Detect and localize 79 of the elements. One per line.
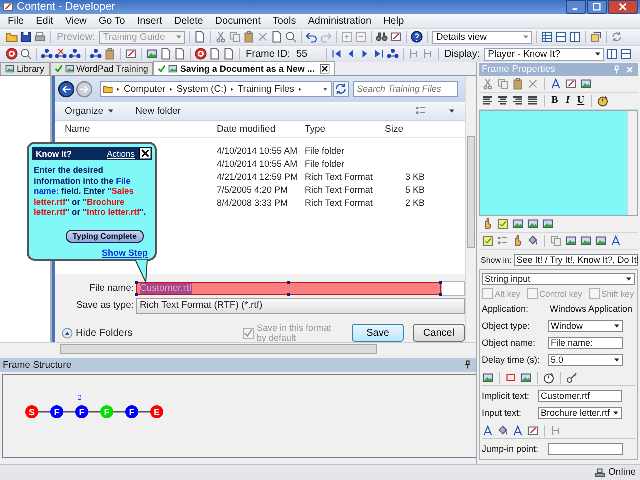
menu-item[interactable]: Administration — [308, 16, 372, 26]
size-cell: 5 KB — [405, 184, 425, 194]
format-button[interactable]: U — [576, 95, 586, 106]
cancel-button[interactable]: Cancel — [413, 324, 465, 342]
address-bar[interactable]: Computer System (C:) Training Files — [100, 81, 332, 97]
dropdown[interactable]: 5.0 — [548, 354, 623, 366]
display-label: Display: — [444, 48, 482, 60]
column-header[interactable]: Type — [305, 124, 385, 134]
checkbox-label: Control key — [540, 288, 583, 298]
dropdown[interactable]: Window — [548, 320, 623, 332]
display-dropdown[interactable]: Player - Know It? — [484, 48, 604, 60]
menu-item[interactable]: File — [8, 16, 24, 26]
checkbox-label: Save in this format by default — [257, 323, 333, 343]
view-dropdown[interactable]: Details view — [432, 30, 532, 44]
column-header[interactable]: Size — [385, 124, 425, 134]
search-field[interactable]: Search Training Files — [353, 81, 458, 97]
size-cell: 3 KB — [405, 172, 425, 182]
callout-title: Know It? — [36, 148, 72, 158]
save-as-type-label: Save as type: — [75, 300, 135, 311]
text-field[interactable]: Customer.rtf — [538, 390, 622, 402]
save-button[interactable]: Save — [352, 324, 404, 342]
type-cell-text: Rich Text Format — [305, 184, 374, 194]
save-as-type-dropdown[interactable]: Rich Text Format (RTF) (*.rtf) — [136, 298, 465, 314]
menu-item[interactable]: Delete — [174, 16, 204, 26]
date-cell-text: 4/10/2014 10:55 AM — [217, 158, 299, 168]
format-button[interactable]: I — [563, 95, 573, 106]
show-step-link[interactable]: Show Step — [102, 248, 148, 258]
frame-id-value: 55 — [295, 48, 309, 60]
preview-label: Preview: — [56, 32, 96, 42]
show-in-label: Show in: — [480, 256, 512, 264]
column-header[interactable]: Name — [55, 124, 217, 134]
type-cell-text: File folder — [305, 158, 346, 168]
format-button[interactable]: B — [550, 95, 560, 106]
breadcrumb-item[interactable]: Training Files — [238, 84, 295, 94]
field-value: Windows Application — [549, 304, 633, 314]
document-tab[interactable]: Library — [0, 62, 50, 75]
menu-item[interactable]: Go To — [98, 16, 126, 26]
organize-button[interactable]: Organize — [65, 106, 116, 116]
actions-link[interactable]: Actions — [107, 148, 135, 158]
column-header[interactable]: Date modified — [217, 124, 305, 134]
instruction-text: Enter the desired information into the File name: field. Enter "Sales letter.rtf" or "Brochure letter.rtf" or "Intro letter.rtf". — [34, 165, 148, 218]
checkbox-label: Shift key — [602, 288, 634, 298]
checkbox-label: Alt key — [495, 288, 521, 298]
size-cell: 2 KB — [405, 198, 425, 208]
show-in-dropdown[interactable]: See It! / Try It!, Know It?, Do It! — [514, 254, 638, 266]
field-label: Object name: — [482, 338, 537, 348]
field-label: Object type: — [482, 321, 532, 331]
frame-id-label: Frame ID: — [245, 48, 292, 60]
document-tab[interactable]: WordPad Training — [50, 62, 154, 75]
date-cell-text: 4/10/2014 10:55 AM — [217, 146, 299, 156]
menu-item[interactable]: Edit — [36, 16, 54, 26]
menu-item[interactable]: Tools — [272, 16, 296, 26]
new-folder-button[interactable]: New folder — [136, 106, 181, 116]
hide-folders-link[interactable]: Hide Folders — [76, 328, 133, 338]
text-field[interactable]: File name: — [548, 337, 623, 349]
menu-item[interactable]: Help — [384, 16, 404, 26]
date-cell-text: 4/21/2014 12:59 PM — [217, 172, 300, 182]
selected-text: Customer.rtf — [140, 283, 192, 294]
dropdown[interactable]: Brochure letter.rtf — [538, 407, 622, 419]
field-label: Jump-in point: — [482, 444, 540, 454]
menu-item[interactable]: View — [65, 16, 87, 26]
status-text: Online — [608, 467, 636, 478]
type-cell-text: File folder — [305, 146, 346, 156]
field-label: Delay time (s): — [482, 355, 542, 365]
date-cell-text: 8/4/2008 3:33 PM — [217, 198, 290, 208]
typing-complete-button[interactable]: Typing Complete — [66, 230, 144, 242]
date-cell-text: 7/5/2005 4:20 PM — [217, 184, 290, 194]
action-dropdown[interactable]: String input — [482, 273, 635, 285]
menu-item[interactable]: Insert — [137, 16, 162, 26]
type-cell-text: Rich Text Format — [305, 172, 374, 182]
type-cell-text: Rich Text Format — [305, 198, 374, 208]
panel-title: Frame Properties — [482, 64, 556, 76]
field-label: Application: — [482, 304, 530, 314]
panel-title: Frame Structure — [3, 360, 72, 370]
breadcrumb-item[interactable]: System (C:) — [176, 84, 227, 94]
file-name-label: File name: — [88, 283, 135, 294]
breadcrumb-item[interactable]: Computer — [124, 84, 166, 94]
window-title: Content - Developer — [17, 1, 116, 13]
menu-item[interactable]: Document — [215, 16, 261, 26]
